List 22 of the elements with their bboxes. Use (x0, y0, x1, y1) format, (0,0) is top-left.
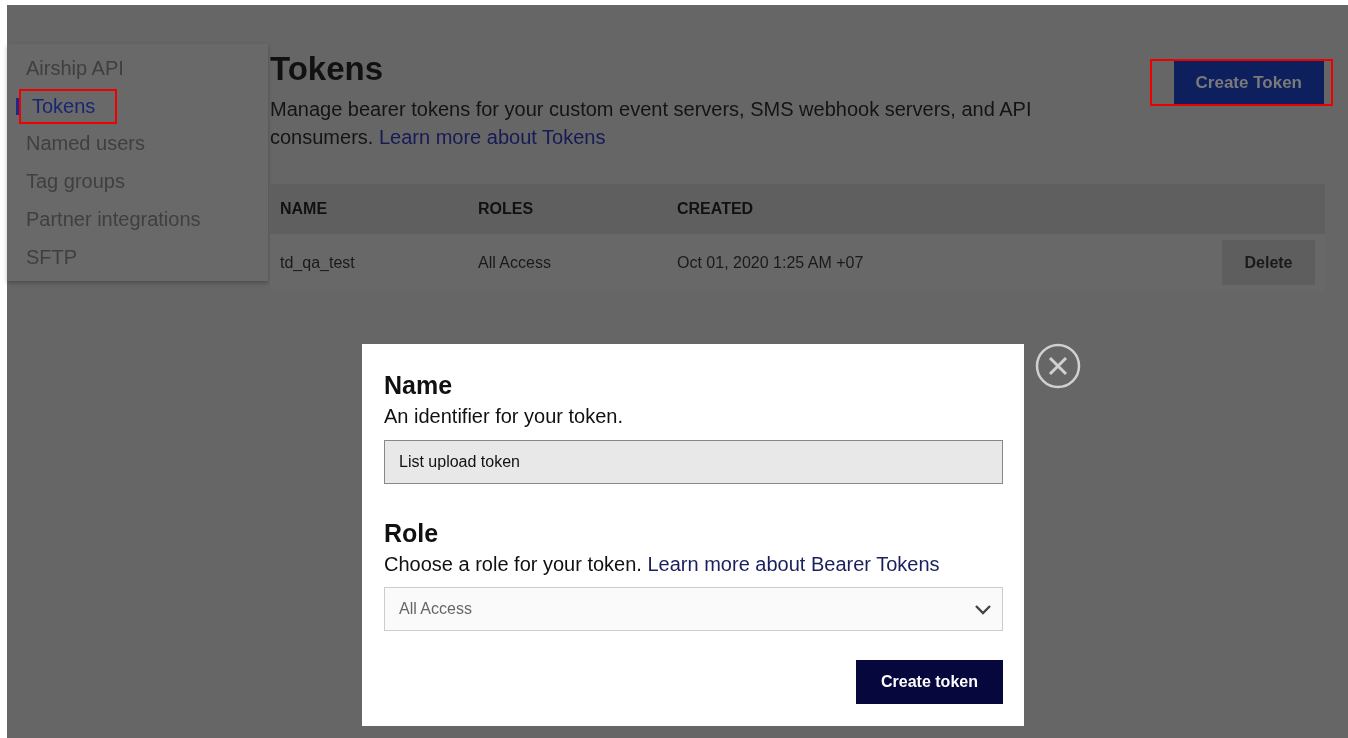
sidebar-item[interactable]: Tokens (19, 89, 118, 124)
table-cell-text: All Access (478, 253, 552, 272)
table-cell-text: Oct 01, 2020 1:25 AM +07 (677, 253, 865, 272)
name-input-field[interactable]: List upload token (384, 440, 1003, 484)
table-cell-text: td_qa_test (279, 253, 356, 272)
create-token-button[interactable]: Create Token (1173, 61, 1324, 104)
page-title: Tokens (270, 49, 385, 89)
role-hint: Choose a role for your token. Learn more about Bearer Tokens (384, 552, 941, 577)
create-token-button[interactable]: Create token (856, 660, 1003, 704)
name-heading: Name (384, 370, 454, 400)
chevron-down-icon (974, 603, 992, 615)
close-icon[interactable] (1035, 343, 1081, 389)
column-header: CREATED (677, 200, 755, 218)
page-description: Manage bearer tokens for your custom event servers, SMS webhook servers, and API consumers. Learn more about Tokens (270, 97, 1033, 150)
column-header: ROLES (478, 200, 535, 218)
delete-button[interactable]: Delete (1222, 240, 1315, 285)
role-dropdown[interactable]: All Access (384, 587, 1003, 631)
column-header: NAME (279, 200, 329, 218)
name-hint: An identifier for your token. (384, 404, 624, 429)
role-heading: Role (384, 518, 440, 548)
bearer-tokens-link[interactable]: Learn more about Bearer Tokens (647, 553, 940, 575)
learn-more-link[interactable]: Learn more about Tokens (378, 126, 606, 148)
